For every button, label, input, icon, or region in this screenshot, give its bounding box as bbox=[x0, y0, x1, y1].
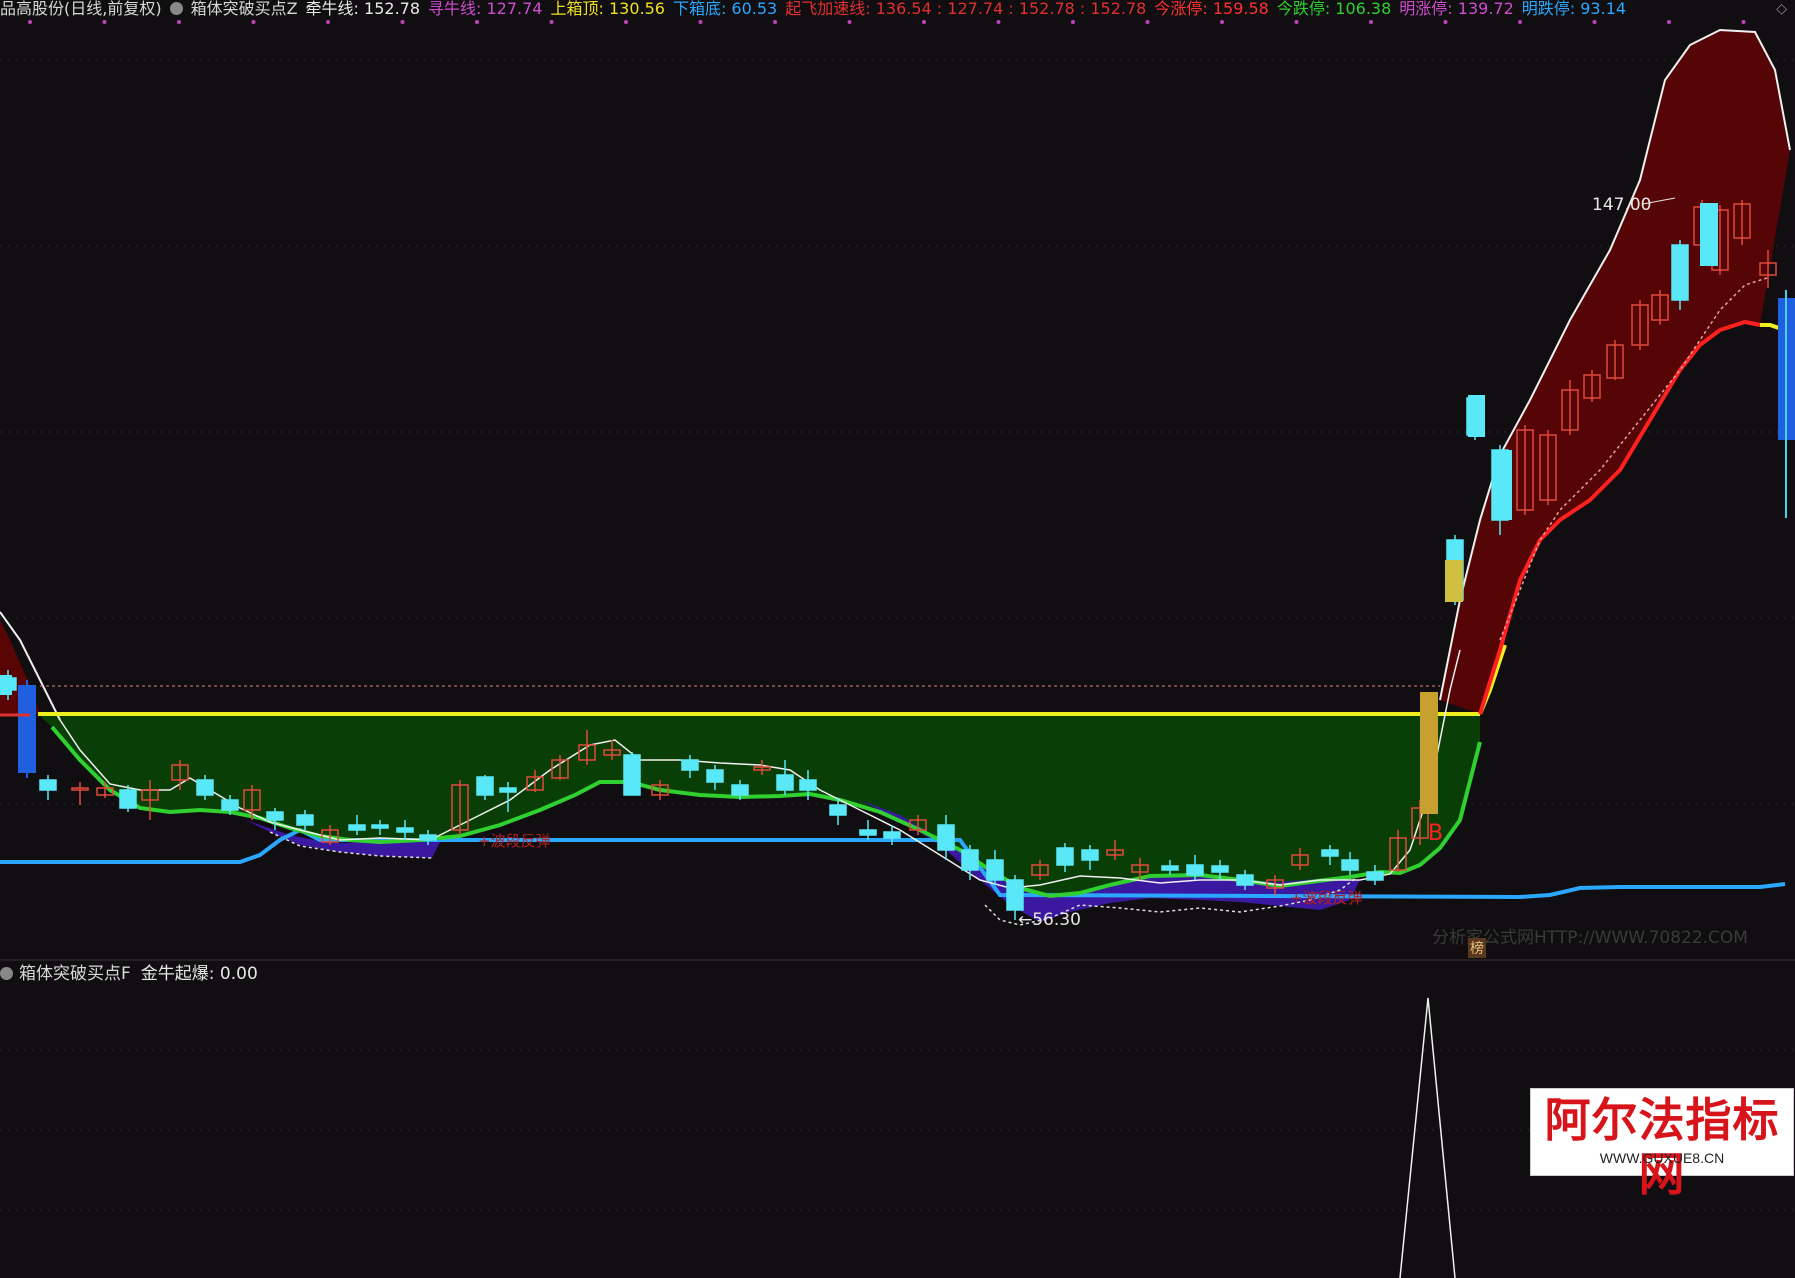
candle bbox=[39, 779, 57, 791]
header-dot bbox=[996, 20, 1001, 24]
candle bbox=[221, 799, 239, 811]
candle bbox=[1236, 874, 1254, 886]
bounce-label-1: +波段反弹 bbox=[478, 832, 551, 850]
bounce-label-2: +波段反弹 bbox=[1290, 889, 1363, 907]
candle bbox=[1671, 244, 1689, 301]
indicator-name[interactable]: 箱体突破买点Z bbox=[191, 0, 298, 18]
candle bbox=[1006, 879, 1024, 911]
gold-candle bbox=[1445, 560, 1463, 602]
candle bbox=[1341, 859, 1359, 871]
candle bbox=[829, 804, 847, 816]
candle bbox=[776, 774, 794, 791]
cyan-candle-2 bbox=[1495, 450, 1512, 520]
box-fill-area bbox=[38, 714, 1480, 896]
header-dot bbox=[1294, 20, 1299, 24]
indicator-value-7: 明涨停: 139.72 bbox=[1399, 0, 1514, 18]
candle bbox=[1186, 864, 1204, 876]
sub-indicator-spike bbox=[1399, 997, 1456, 1278]
header-dot bbox=[1518, 20, 1522, 24]
kline-chart[interactable]: 147.00←56.30B+波段反弹+波段反弹分析家公式网HTTP://WWW.… bbox=[0, 0, 1795, 1278]
candle bbox=[623, 754, 641, 796]
stock-title[interactable]: 品高股份(日线,前复权) bbox=[0, 0, 162, 18]
header-dot bbox=[847, 20, 852, 24]
list-badge: 榜 bbox=[1470, 940, 1484, 957]
left-edge-candle bbox=[0, 675, 12, 695]
header-dot bbox=[326, 20, 330, 24]
header-dot bbox=[1145, 20, 1150, 24]
header-dot bbox=[1071, 20, 1075, 24]
breakout-gold-candle bbox=[1420, 692, 1438, 814]
candle bbox=[296, 814, 314, 826]
header-dot bbox=[1220, 20, 1224, 24]
candle bbox=[859, 829, 877, 836]
candle bbox=[476, 776, 494, 796]
watermark-url: WWW.GUXUE8.CN bbox=[1599, 1150, 1725, 1166]
buy-marker: B bbox=[1428, 821, 1443, 846]
sub-indicator-name[interactable]: 箱体突破买点F bbox=[19, 964, 131, 984]
candle bbox=[706, 769, 724, 783]
candle bbox=[348, 824, 366, 831]
header-dot bbox=[1741, 20, 1746, 24]
candle bbox=[419, 834, 437, 841]
header-dot bbox=[1592, 20, 1597, 24]
header-dot bbox=[475, 20, 479, 24]
header-dot bbox=[624, 20, 628, 24]
settings-icon[interactable] bbox=[0, 967, 13, 980]
header-dot bbox=[922, 20, 926, 24]
candle bbox=[731, 784, 749, 796]
candle bbox=[1211, 865, 1229, 873]
header-dot bbox=[102, 20, 107, 24]
candle bbox=[883, 831, 901, 839]
candle bbox=[1366, 871, 1384, 881]
candle bbox=[961, 849, 979, 871]
indicator-values: 牵牛线: 152.78 寻牛线: 127.74 上箱顶: 130.56 下箱底: 60… bbox=[306, 0, 1635, 18]
candle bbox=[396, 827, 414, 833]
low-price-label: ←56.30 bbox=[1018, 910, 1081, 930]
header-dot bbox=[177, 20, 181, 24]
cyan-candle bbox=[1468, 395, 1485, 437]
candle bbox=[266, 811, 284, 821]
header-dot bbox=[251, 20, 256, 24]
candle bbox=[1321, 849, 1339, 857]
candle bbox=[499, 787, 517, 793]
candle bbox=[986, 859, 1004, 881]
candle bbox=[1081, 849, 1099, 861]
sub-indicator-header: 箱体突破买点F 金牛起爆: 0.00 bbox=[0, 964, 258, 984]
diamond-icon[interactable]: ◇ bbox=[1776, 1, 1787, 17]
settings-icon[interactable] bbox=[169, 2, 183, 15]
indicator-header: 品高股份(日线,前复权) 箱体突破买点Z 牵牛线: 152.78 寻牛线: 127.7… bbox=[0, 0, 1780, 18]
indicator-value-5: 今涨停: 159.58 bbox=[1154, 0, 1269, 18]
candle bbox=[1056, 847, 1074, 866]
header-dot bbox=[1369, 20, 1373, 24]
indicator-value-2: 上箱顶: 130.56 bbox=[550, 0, 665, 18]
indicator-value-3: 下箱底: 60.53 bbox=[672, 0, 778, 18]
watermark-title: 阿尔法指标网 bbox=[1544, 1093, 1780, 1201]
indicator-value-1: 寻牛线: 127.74 bbox=[428, 0, 543, 18]
header-dot bbox=[549, 20, 554, 24]
candle bbox=[371, 824, 389, 829]
cyan-candle-3 bbox=[1700, 203, 1718, 266]
header-dot bbox=[698, 20, 703, 24]
candle bbox=[799, 779, 817, 791]
header-dot bbox=[773, 20, 777, 24]
indicator-value-0: 牵牛线: 152.78 bbox=[305, 0, 421, 18]
sub-indicator-value: 金牛起爆: 0.00 bbox=[140, 964, 258, 984]
high-price-label: 147.00 bbox=[1592, 195, 1651, 215]
candle bbox=[196, 779, 214, 796]
header-dot bbox=[28, 20, 32, 24]
header-dot bbox=[1443, 20, 1448, 24]
indicator-value-8: 明跌停: 93.14 bbox=[1521, 0, 1627, 18]
candle bbox=[119, 789, 137, 809]
indicator-value-4: 起飞加速线: 136.54 : 127.74 : 152.78 : 152.78 bbox=[785, 0, 1147, 18]
candle bbox=[937, 824, 955, 851]
header-dot bbox=[400, 20, 405, 24]
candle bbox=[1161, 865, 1179, 871]
candle bbox=[681, 759, 699, 771]
header-dot bbox=[1667, 20, 1671, 24]
site-watermark-badge: 阿尔法指标网 WWW.GUXUE8.CN bbox=[1530, 1088, 1794, 1201]
indicator-value-6: 今跌停: 106.38 bbox=[1276, 0, 1392, 18]
